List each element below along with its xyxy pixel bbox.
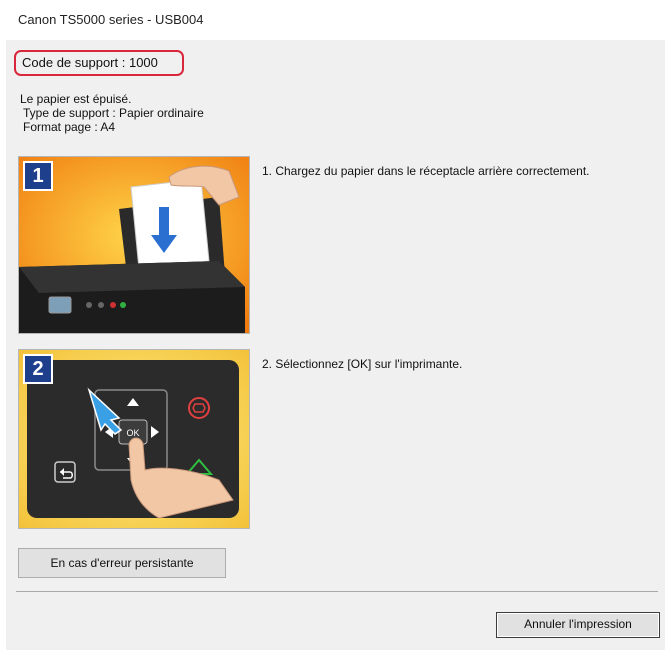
step-1-badge: 1 <box>23 161 53 191</box>
dialog-body: Code de support : 1000 Le papier est épu… <box>6 40 665 650</box>
step-2-illustration: OK 2 <box>18 349 250 529</box>
step-1-illustration: 1 <box>18 156 250 334</box>
step-1-instruction: 1. Chargez du papier dans le réceptacle … <box>262 164 590 178</box>
window-title: Canon TS5000 series - USB004 <box>18 12 204 27</box>
step-2-badge: 2 <box>23 354 53 384</box>
printer-icon <box>19 261 245 333</box>
step-2-instruction: 2. Sélectionnez [OK] sur l'imprimante. <box>262 357 463 371</box>
title-bar: Canon TS5000 series - USB004 <box>0 0 671 40</box>
control-panel-illustration: OK <box>19 350 249 528</box>
cancel-print-button[interactable]: Annuler l'impression <box>496 612 660 638</box>
message-line-2: Type de support : Papier ordinaire <box>23 106 204 120</box>
ok-key-label: OK <box>126 428 139 438</box>
printer-illustration <box>19 157 249 333</box>
paper-sheet <box>130 178 210 270</box>
support-code-label: Code de support : 1000 <box>14 50 184 76</box>
message-line-3: Format page : A4 <box>23 120 116 134</box>
error-message: Le papier est épuisé. Type de support : … <box>20 92 204 134</box>
persistent-error-button[interactable]: En cas d'erreur persistante <box>18 548 226 578</box>
message-line-1: Le papier est épuisé. <box>20 92 132 106</box>
divider <box>16 591 658 592</box>
